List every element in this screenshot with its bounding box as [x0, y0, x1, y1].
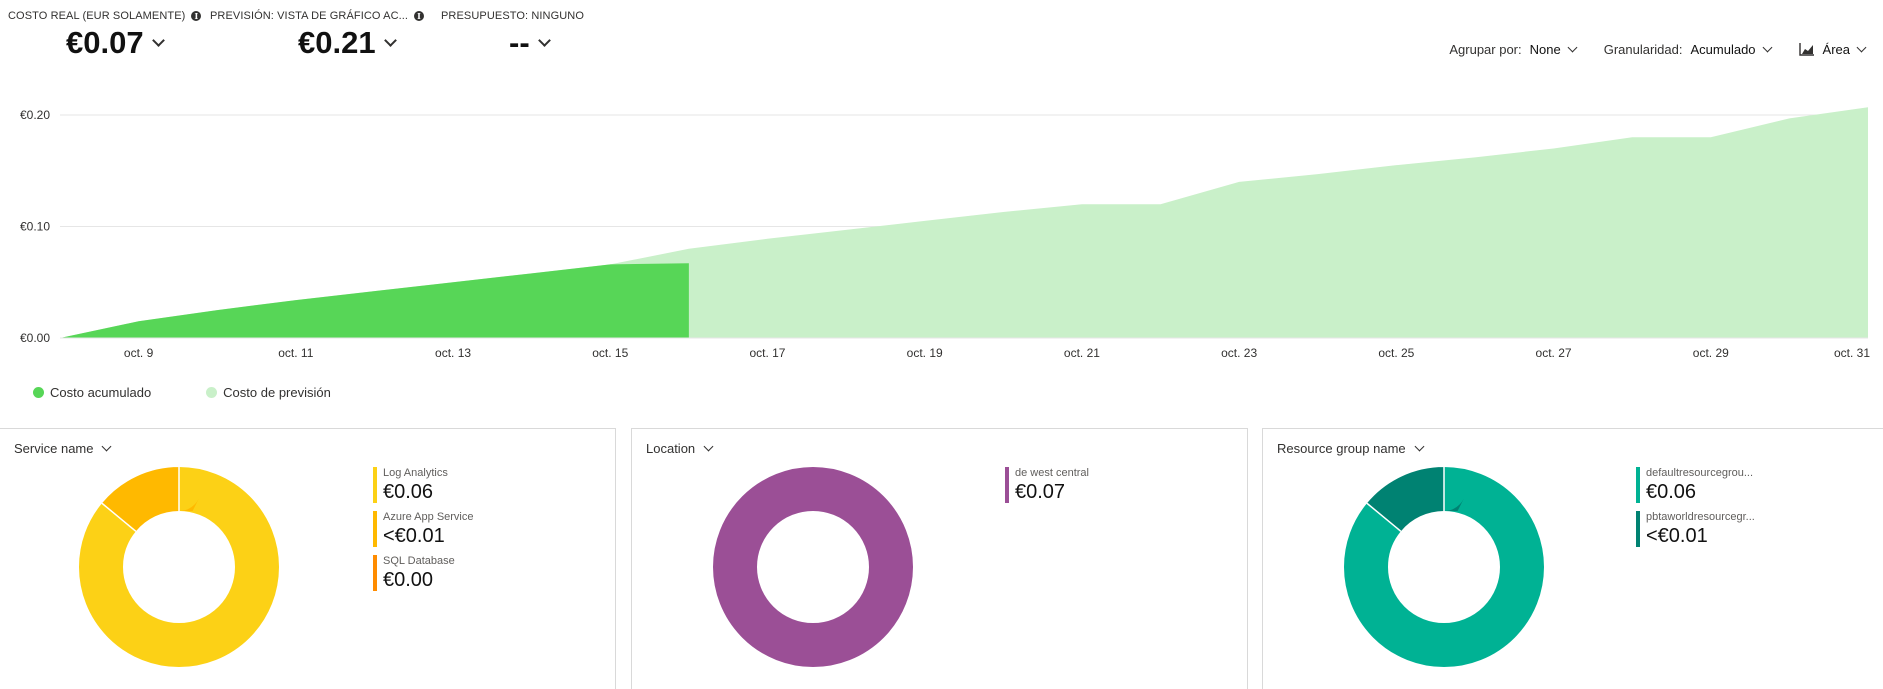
chevron-down-icon [102, 441, 112, 452]
kpi-label: PREVISIÓN: VISTA DE GRÁFICO AC... [210, 10, 409, 22]
x-tick-label: oct. 9 [124, 346, 154, 360]
area-chart-icon [1798, 43, 1814, 56]
panel-legend-item[interactable]: Azure App Service <€0.01 [373, 511, 474, 548]
kpi-value-button[interactable]: €0.21 [298, 25, 424, 61]
legend-color-bar [373, 511, 377, 547]
cost-area-chart: €0.00 €0.10 €0.20 oct. 9 oct. 11 oct. 13 oct. … [20, 107, 1870, 360]
chevron-down-icon [1856, 42, 1867, 53]
kpi-value-button[interactable]: €0.07 [66, 25, 201, 61]
donut-chart [1344, 467, 1544, 667]
group-by-value: None [1529, 42, 1561, 57]
panel-location: Location de west central €0.07 [631, 428, 1248, 689]
legend-dot [206, 387, 218, 398]
chevron-down-icon [1567, 42, 1578, 53]
kpi-actual-cost: COSTO REAL (EUR SOLAMENTE) i €0.07 [8, 10, 202, 61]
legend-color-bar [1636, 467, 1640, 503]
x-tick-label: oct. 17 [749, 346, 785, 360]
granularity-value: Acumulado [1690, 42, 1756, 57]
chart-controls: Agrupar por: None Granularidad: Acumulad… [1449, 42, 1867, 57]
x-tick-label: oct. 27 [1536, 346, 1572, 360]
chevron-down-icon [1414, 441, 1425, 452]
legend-color-bar [1005, 467, 1009, 503]
kpi-budget: PRESUPUESTO: NINGUNO -- [441, 10, 584, 61]
legend-label: Costo de previsión [223, 385, 331, 400]
legend-item-value: <€0.01 [383, 525, 445, 547]
kpi-value: €0.07 [66, 25, 144, 60]
kpi-value: €0.21 [298, 25, 376, 60]
chevron-down-icon [151, 33, 165, 47]
x-tick-label: oct. 29 [1693, 346, 1729, 360]
legend-item-name: defaultresourcegrou... [1646, 467, 1754, 479]
group-by-label: Agrupar por: [1449, 42, 1522, 57]
x-tick-label: oct. 21 [1064, 346, 1100, 360]
y-tick-label: €0.20 [20, 108, 50, 122]
legend-item-value: €0.06 [1646, 481, 1697, 503]
panel-legend-item[interactable]: Log Analytics €0.06 [373, 467, 474, 504]
info-icon[interactable]: i [191, 11, 202, 21]
info-icon[interactable]: i [414, 11, 425, 21]
chart-type-value: Área [1822, 42, 1850, 57]
x-tick-label: oct. 11 [278, 346, 313, 360]
x-tick-label: oct. 23 [1221, 346, 1257, 360]
x-tick-label: oct. 13 [435, 346, 471, 360]
group-by-dropdown[interactable]: Agrupar por: None [1449, 42, 1578, 57]
legend-item-name: pbtaworldresourcegr... [1646, 511, 1755, 523]
chart-legend: Costo acumulado Costo de previsión [33, 385, 331, 400]
kpi-label: PRESUPUESTO: NINGUNO [441, 10, 584, 22]
legend-item-value: €0.07 [1015, 481, 1066, 503]
x-tick-label: oct. 15 [592, 346, 628, 360]
x-tick-label: oct. 31 [1834, 346, 1870, 360]
panel-resource-group: Resource group name defaultresourcegrou.… [1262, 428, 1883, 689]
legend-item-name: SQL Database [383, 555, 455, 567]
chevron-down-icon [1762, 42, 1772, 53]
panel-dropdown[interactable]: Location [646, 441, 714, 456]
donut-slice[interactable] [713, 467, 913, 667]
panel-legend-item[interactable]: SQL Database €0.00 [373, 555, 474, 592]
panel-legend: de west central €0.07 [1005, 467, 1089, 511]
panel-legend: defaultresourcegrou... €0.06 pbtaworldreso… [1636, 467, 1755, 555]
panel-legend-item[interactable]: pbtaworldresourcegr... <€0.01 [1636, 511, 1755, 548]
kpi-value-button[interactable]: -- [509, 25, 584, 61]
chevron-down-icon [703, 441, 714, 452]
x-tick-label: oct. 19 [907, 346, 943, 360]
legend-item-forecast[interactable]: Costo de previsión [206, 385, 331, 400]
panel-title: Resource group name [1277, 441, 1406, 456]
y-tick-label: €0.10 [20, 220, 50, 234]
chevron-down-icon [383, 33, 397, 47]
donut-chart [79, 467, 279, 667]
chart-type-dropdown[interactable]: Área [1798, 42, 1867, 57]
kpi-forecast: PREVISIÓN: VISTA DE GRÁFICO AC... i €0.21 [210, 10, 425, 61]
kpi-label: COSTO REAL (EUR SOLAMENTE) [8, 10, 186, 22]
legend-item-accumulated[interactable]: Costo acumulado [33, 385, 151, 400]
panel-service-name: Service name Log Analytics €0.06 Azure App… [0, 428, 616, 689]
chevron-down-icon [537, 33, 551, 47]
granularity-dropdown[interactable]: Granularidad: Acumulado [1603, 42, 1772, 57]
panel-dropdown[interactable]: Service name [14, 441, 112, 456]
legend-item-value: €0.00 [383, 569, 434, 591]
area-series-accumulated[interactable] [60, 263, 689, 338]
legend-item-value: <€0.01 [1646, 525, 1708, 547]
legend-item-name: Azure App Service [383, 511, 474, 523]
legend-item-name: Log Analytics [383, 467, 448, 479]
panel-title: Location [646, 441, 696, 456]
x-tick-label: oct. 25 [1378, 346, 1414, 360]
kpi-value: -- [509, 25, 530, 60]
legend-label: Costo acumulado [50, 385, 152, 400]
panel-legend-item[interactable]: de west central €0.07 [1005, 467, 1089, 504]
legend-color-bar [1636, 511, 1640, 547]
legend-color-bar [373, 555, 377, 591]
granularity-label: Granularidad: [1603, 42, 1683, 57]
legend-color-bar [373, 467, 377, 503]
panel-title: Service name [14, 441, 94, 456]
y-tick-label: €0.00 [20, 331, 50, 345]
panel-legend-item[interactable]: defaultresourcegrou... €0.06 [1636, 467, 1755, 504]
legend-dot [33, 387, 44, 398]
panel-dropdown[interactable]: Resource group name [1277, 441, 1425, 456]
legend-item-value: €0.06 [383, 481, 434, 503]
donut-chart [713, 467, 913, 667]
legend-item-name: de west central [1015, 467, 1089, 479]
panel-legend: Log Analytics €0.06 Azure App Service <€0.0… [373, 467, 474, 599]
